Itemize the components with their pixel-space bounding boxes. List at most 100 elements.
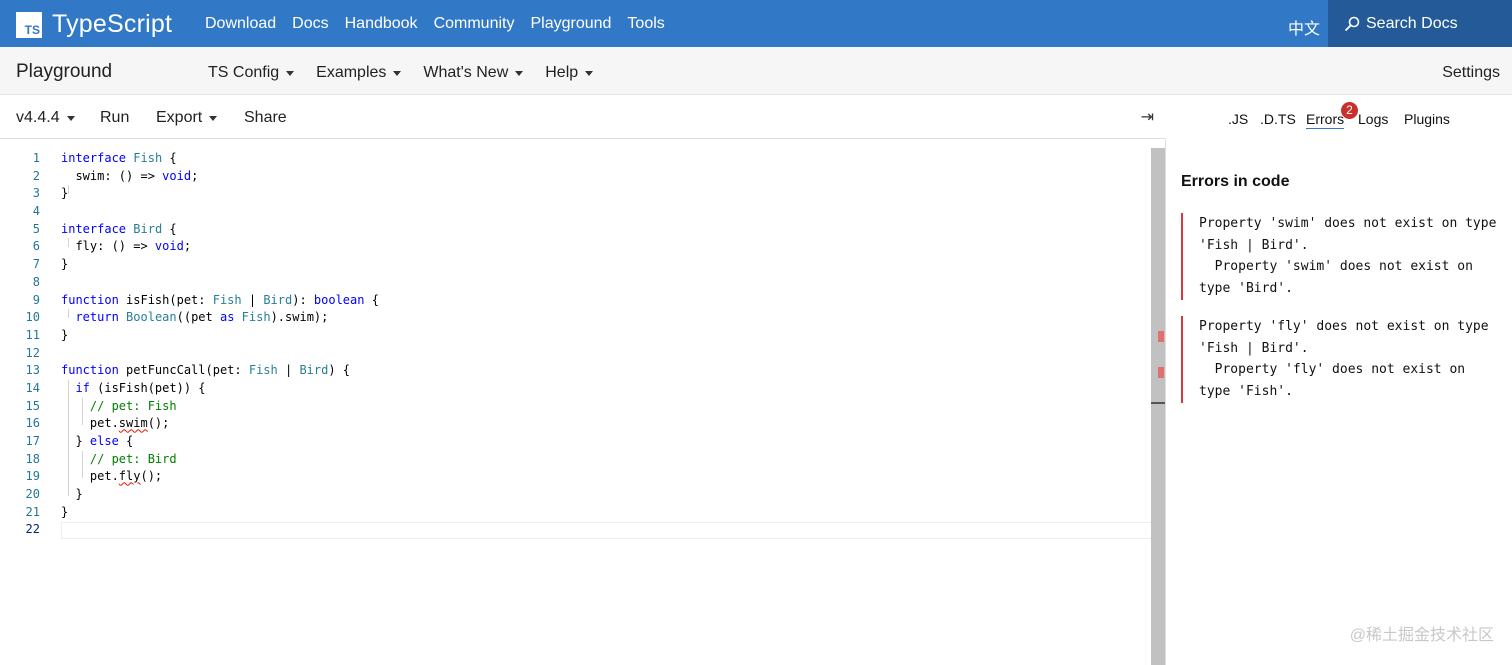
tab-errors[interactable]: Errors xyxy=(1306,111,1345,129)
sidebar-tabs: .JS .D.TS Errors 2 Logs Plugins xyxy=(1167,95,1512,139)
watermark: @稀土掘金技术社区 xyxy=(1349,627,1494,644)
tab-js[interactable]: .JS xyxy=(1228,111,1248,127)
top-navbar: TS TypeScript Download Docs Handbook Com… xyxy=(0,0,1512,47)
code-line: fly: () => void; xyxy=(61,239,192,254)
line-number: 3 xyxy=(32,186,40,201)
code-line: function isFish(pet: Fish | Bird): boole… xyxy=(61,292,379,307)
line-number: 13 xyxy=(25,363,40,378)
code-line: swim: () => void; xyxy=(61,168,199,183)
code-line: interface Bird { xyxy=(61,221,177,236)
editor-scrollbar[interactable] xyxy=(1151,148,1165,665)
line-number: 16 xyxy=(25,416,40,431)
line-number: 20 xyxy=(25,487,40,502)
line-number: 21 xyxy=(25,504,40,519)
export-menu[interactable]: Export xyxy=(156,109,218,127)
code-line: pet.fly(); xyxy=(61,469,163,484)
error-squiggle[interactable]: swim xyxy=(119,416,148,430)
run-button[interactable]: Run xyxy=(100,109,129,127)
code-line: function petFuncCall(pet: Fish | Bird) { xyxy=(61,363,351,378)
line-number: 14 xyxy=(25,380,40,395)
tab-dts[interactable]: .D.TS xyxy=(1260,111,1296,127)
editor-toolbar: v4.4.4 Run Export Share ⇥ xyxy=(0,95,1166,139)
brand-link[interactable]: TS TypeScript xyxy=(16,10,172,39)
nav-playground[interactable]: Playground xyxy=(530,15,611,33)
settings-link[interactable]: Settings xyxy=(1442,64,1500,82)
export-label: Export xyxy=(156,109,203,126)
code-line: if (isFish(pet)) { xyxy=(75,380,206,395)
chevron-down-icon xyxy=(209,115,218,121)
line-number: 1 xyxy=(32,151,40,165)
typescript-logo-icon: TS xyxy=(16,11,42,38)
help-menu[interactable]: Help xyxy=(545,64,594,82)
nav-community[interactable]: Community xyxy=(434,15,515,33)
share-label: Share xyxy=(244,109,287,126)
collapse-sidebar-icon[interactable]: ⇥ xyxy=(1141,107,1154,127)
playground-subnav: Playground TS Config Examples What's New… xyxy=(0,47,1512,95)
logo-text: TS xyxy=(24,22,40,37)
code-editor[interactable]: 1 2 3 4 5 6 7 8 9 10 11 12 13 14 15 16 17 18 19 20 21 22 inte… xyxy=(0,140,1166,665)
chevron-down-icon xyxy=(66,115,75,121)
code-line: } xyxy=(61,257,69,272)
error-message[interactable]: Property 'swim' does not exist on type '… xyxy=(1181,213,1501,300)
nav-download[interactable]: Download xyxy=(205,15,276,33)
line-number: 15 xyxy=(25,398,40,413)
code-line: // pet: Bird xyxy=(89,451,177,466)
tab-plugins[interactable]: Plugins xyxy=(1404,111,1450,127)
language-switch[interactable]: 中文 xyxy=(1288,15,1320,39)
share-button[interactable]: Share xyxy=(244,109,287,127)
whats-new-menu[interactable]: What's New xyxy=(423,64,524,82)
code-line: // pet: Fish xyxy=(89,398,177,413)
sidebar-panel: .JS .D.TS Errors 2 Logs Plugins Errors i… xyxy=(1167,95,1512,665)
ts-config-label: TS Config xyxy=(208,64,280,81)
code-line: } xyxy=(61,327,69,342)
error-count-badge: 2 xyxy=(1341,102,1358,119)
line-number: 19 xyxy=(25,469,40,484)
line-number: 11 xyxy=(25,327,40,342)
line-number: 2 xyxy=(32,168,40,183)
run-label: Run xyxy=(100,109,130,126)
whats-new-label: What's New xyxy=(423,64,509,81)
line-number: 17 xyxy=(25,434,40,448)
nav-tools[interactable]: Tools xyxy=(627,15,664,33)
examples-menu[interactable]: Examples xyxy=(316,64,402,82)
ts-config-menu[interactable]: TS Config xyxy=(208,64,295,82)
error-squiggle[interactable]: fly xyxy=(119,469,141,483)
line-number: 4 xyxy=(32,204,40,219)
search-label: Search Docs xyxy=(1366,14,1458,32)
examples-label: Examples xyxy=(316,64,387,81)
code-line: } else { xyxy=(61,434,134,448)
error-ruler-mark[interactable] xyxy=(1158,331,1164,342)
version-select[interactable]: v4.4.4 xyxy=(16,109,75,127)
page-title: Playground xyxy=(16,61,113,82)
code-content[interactable]: interface Fish { swim: () => void; } int… xyxy=(61,150,379,539)
chevron-down-icon xyxy=(286,70,295,76)
nav-handbook[interactable]: Handbook xyxy=(345,15,418,33)
chevron-down-icon xyxy=(393,70,402,76)
search-icon xyxy=(1344,16,1360,31)
error-ruler-mark[interactable] xyxy=(1158,367,1164,378)
line-number: 5 xyxy=(32,221,40,236)
error-message[interactable]: Property 'fly' does not exist on type 'F… xyxy=(1181,316,1501,403)
brand-name: TypeScript xyxy=(52,10,173,38)
search-docs-button[interactable]: Search Docs xyxy=(1328,0,1512,47)
line-number: 7 xyxy=(32,257,40,272)
code-line: return Boolean((pet as Fish).swim); xyxy=(75,310,329,325)
main-nav: Download Docs Handbook Community Playgro… xyxy=(205,15,681,33)
cursor-ruler-mark xyxy=(1151,402,1165,404)
line-number: 18 xyxy=(25,451,40,466)
help-label: Help xyxy=(545,64,579,81)
line-number-gutter: 1 2 3 4 5 6 7 8 9 10 11 12 13 14 15 16 17 18 19 20 21 22 xyxy=(0,150,40,539)
tab-logs[interactable]: Logs xyxy=(1358,111,1388,127)
code-line: } xyxy=(61,504,69,519)
chevron-down-icon xyxy=(515,70,524,76)
code-line: interface Fish { xyxy=(61,151,177,165)
errors-heading: Errors in code xyxy=(1181,173,1290,190)
line-number: 8 xyxy=(32,274,40,289)
nav-docs[interactable]: Docs xyxy=(292,15,328,33)
code-line: pet.swim(); xyxy=(61,416,170,431)
line-number: 10 xyxy=(25,310,40,325)
